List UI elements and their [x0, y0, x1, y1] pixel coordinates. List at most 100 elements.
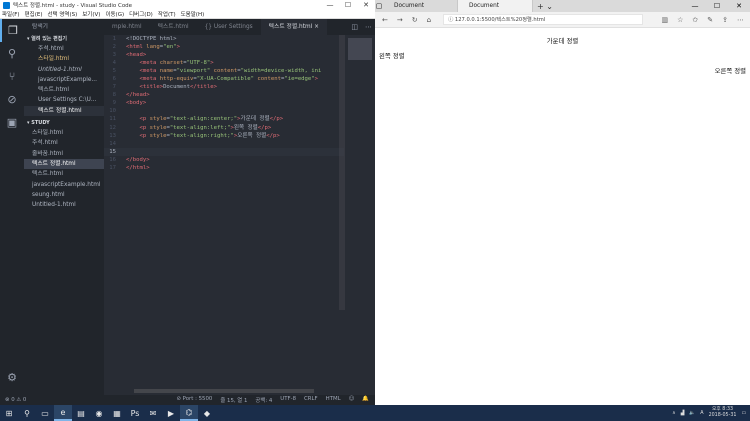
- indentation[interactable]: 공백: 4: [255, 396, 272, 404]
- code-line[interactable]: 15: [104, 147, 344, 156]
- mail-icon[interactable]: ✉: [144, 405, 162, 421]
- code-line[interactable]: 9 <body>: [104, 99, 344, 107]
- browser-maximize-icon[interactable]: ☐: [706, 2, 728, 10]
- favorites-hub-icon[interactable]: ✩: [692, 16, 698, 24]
- browser-close-icon[interactable]: ✕: [728, 2, 750, 10]
- code-line[interactable]: 11 <p style="text-align:center;">가운데 정렬<…: [104, 115, 344, 123]
- tab-user-settings[interactable]: {} User Settings: [197, 19, 261, 35]
- new-tab-icon[interactable]: + ⌄: [533, 2, 553, 11]
- menu-selection[interactable]: 선택 영역(S): [47, 10, 77, 18]
- browser-tab-2[interactable]: Document: [458, 0, 533, 12]
- code-line[interactable]: 1 <!DOCTYPE html>: [104, 35, 344, 43]
- open-editor-item[interactable]: 주석.html: [24, 44, 104, 54]
- task-view-icon[interactable]: ▭: [36, 405, 54, 421]
- file-explorer-icon[interactable]: ▤: [72, 405, 90, 421]
- code-line[interactable]: 17 </html>: [104, 164, 344, 172]
- tab-text-align[interactable]: 텍스트 정렬.html ×: [260, 19, 327, 35]
- favorite-star-icon[interactable]: ☆: [677, 16, 683, 24]
- file-item[interactable]: 텍스트.html: [24, 169, 104, 179]
- code-line[interactable]: 12 <p style="text-align:left;">왼쪽 정렬</p>: [104, 124, 344, 132]
- ime-indicator[interactable]: A: [700, 411, 703, 416]
- code-line[interactable]: 16 </body>: [104, 156, 344, 164]
- horizontal-scrollbar[interactable]: [134, 389, 314, 393]
- search-icon[interactable]: ⚲: [0, 42, 24, 65]
- action-center-icon[interactable]: ▭: [741, 411, 746, 416]
- minimap[interactable]: [345, 35, 375, 395]
- open-editor-item[interactable]: User Settings C:\U...: [24, 95, 104, 105]
- app-icon[interactable]: ◆: [198, 405, 216, 421]
- open-editor-item[interactable]: javascriptExample...: [24, 75, 104, 85]
- code-line[interactable]: 5 <meta name="viewport" content="width=d…: [104, 67, 344, 75]
- volume-icon[interactable]: 🔈: [689, 411, 695, 416]
- menu-view[interactable]: 보기(V): [82, 10, 100, 18]
- tray-expand-icon[interactable]: ∧: [672, 411, 676, 416]
- store-icon[interactable]: ▦: [108, 405, 126, 421]
- menu-tasks[interactable]: 작업(T): [158, 10, 176, 18]
- back-icon[interactable]: ←: [382, 16, 388, 24]
- code-line[interactable]: 4 <meta charset="UTF-8">: [104, 59, 344, 67]
- menu-debug[interactable]: 디버그(D): [129, 10, 153, 18]
- open-editor-item[interactable]: Untitled-1.html: [24, 65, 104, 75]
- open-editor-item[interactable]: 스타일.html: [24, 54, 104, 64]
- code-line[interactable]: 2 <html lang="en">: [104, 43, 344, 51]
- notes-pen-icon[interactable]: ✎: [707, 16, 713, 24]
- browser-minimize-icon[interactable]: —: [684, 2, 706, 10]
- cursor-position[interactable]: 줄 15, 열 1: [220, 396, 247, 404]
- live-server-port[interactable]: ⊘ Port : 5500: [176, 396, 212, 404]
- refresh-icon[interactable]: ↻: [412, 16, 418, 24]
- encoding[interactable]: UTF-8: [280, 396, 296, 404]
- menu-file[interactable]: 파일(F): [2, 10, 20, 18]
- gear-icon[interactable]: ⚙: [0, 366, 24, 389]
- menu-help[interactable]: 도움말(H): [181, 10, 205, 18]
- source-control-icon[interactable]: ⑂: [0, 65, 24, 88]
- file-item[interactable]: Untitled-1.html: [24, 200, 104, 210]
- more-icon[interactable]: ⋯: [737, 16, 744, 24]
- close-icon[interactable]: ✕: [357, 0, 375, 10]
- explorer-icon[interactable]: ❐: [0, 19, 24, 42]
- study-folder-header[interactable]: ▾ STUDY: [24, 119, 104, 128]
- tab-javascript-example[interactable]: mple.html: [104, 19, 150, 35]
- file-item[interactable]: javascriptExample.html: [24, 180, 104, 190]
- start-icon[interactable]: ⊞: [0, 405, 18, 421]
- tab-text[interactable]: 텍스트.html: [150, 19, 197, 35]
- more-actions-icon[interactable]: ⋯: [365, 19, 372, 35]
- open-editors-header[interactable]: ▾ 열려 있는 편집기: [24, 35, 104, 44]
- reading-view-icon[interactable]: ▥: [661, 16, 668, 24]
- menu-go[interactable]: 이동(G): [105, 10, 124, 18]
- code-line[interactable]: 6 <meta http-equiv="X-UA-Compatible" con…: [104, 75, 344, 83]
- file-item-selected[interactable]: 텍스트 정렬.html: [24, 158, 104, 170]
- code-line[interactable]: 7 <title>Document</title>: [104, 83, 344, 91]
- vscode-taskbar-icon[interactable]: ⌬: [180, 405, 198, 421]
- code-line[interactable]: 13 <p style="text-align:right;">오른쪽 정렬</…: [104, 132, 344, 140]
- share-icon[interactable]: ⇪: [722, 16, 728, 24]
- language-mode[interactable]: HTML: [326, 396, 341, 404]
- file-item[interactable]: 스타일.html: [24, 128, 104, 138]
- network-icon[interactable]: ▟: [681, 411, 685, 416]
- open-editor-item-active[interactable]: 텍스트 정렬.html: [24, 105, 104, 117]
- home-icon[interactable]: ⌂: [427, 16, 431, 24]
- minimize-icon[interactable]: —: [321, 0, 339, 10]
- notifications-icon[interactable]: 🔔: [362, 396, 369, 404]
- code-line[interactable]: 14: [104, 140, 344, 148]
- open-editor-item[interactable]: 텍스트.html: [24, 85, 104, 95]
- media-icon[interactable]: ▶: [162, 405, 180, 421]
- code-editor[interactable]: 1 <!DOCTYPE html> 2 <html lang="en"> 3 <head>…: [104, 35, 344, 172]
- end-of-line[interactable]: CRLF: [304, 396, 318, 404]
- extensions-icon[interactable]: ▣: [0, 111, 24, 134]
- forward-icon[interactable]: →: [397, 16, 403, 24]
- tab-actions-icon[interactable]: ▢: [375, 2, 383, 10]
- maximize-icon[interactable]: ☐: [339, 0, 357, 10]
- file-item[interactable]: seung.html: [24, 190, 104, 200]
- code-line[interactable]: 10: [104, 107, 344, 115]
- chrome-icon[interactable]: ◉: [90, 405, 108, 421]
- problems-status[interactable]: ⊗ 0 ⚠ 0: [5, 397, 26, 403]
- menu-edit[interactable]: 편집(E): [25, 10, 43, 18]
- search-taskbar-icon[interactable]: ⚲: [18, 405, 36, 421]
- browser-tab-1[interactable]: Document: [383, 0, 458, 12]
- clock[interactable]: 오후 8:33 2018-05-31: [709, 407, 737, 419]
- edge-browser-icon[interactable]: e: [54, 405, 72, 421]
- photoshop-icon[interactable]: Ps: [126, 405, 144, 421]
- file-item[interactable]: 줄바꿈.html: [24, 149, 104, 159]
- code-line[interactable]: 8 </head>: [104, 91, 344, 99]
- address-bar[interactable]: ⓘ 127.0.0.1:5500/텍스트%20정렬.html: [443, 14, 644, 25]
